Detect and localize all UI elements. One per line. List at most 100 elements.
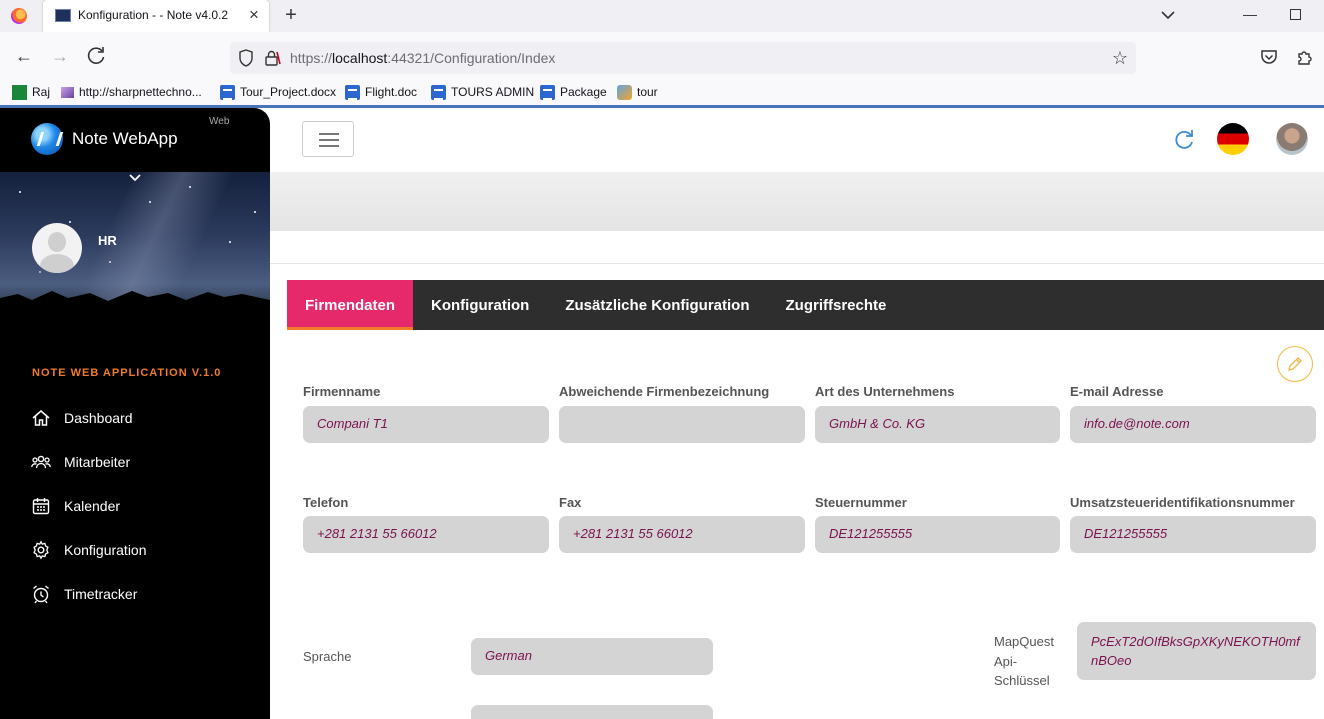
users-icon <box>31 455 51 469</box>
sidebar-item-mitarbeiter[interactable]: Mitarbeiter <box>0 440 270 484</box>
url-text[interactable]: https://localhost:44321/Configuration/In… <box>290 50 555 66</box>
tracking-shield-icon[interactable] <box>238 49 254 67</box>
bookmark-label: Package <box>560 85 607 99</box>
document-icon <box>220 84 235 100</box>
reload-icon[interactable] <box>82 42 110 70</box>
mountain-silhouette <box>0 291 270 312</box>
site-favicon-icon <box>61 86 74 98</box>
bookmark-star-icon[interactable]: ☆ <box>1110 48 1130 68</box>
document-icon <box>431 84 446 100</box>
browser-tab-active[interactable]: Konfiguration - - Note v4.0.2 × <box>43 0 269 32</box>
sidebar-item-konfiguration[interactable]: Konfiguration <box>0 528 270 572</box>
refresh-icon[interactable] <box>1170 125 1198 153</box>
bookmark-item[interactable]: Raj <box>12 83 50 101</box>
avatar[interactable] <box>32 223 82 273</box>
brand-name: Note WebApp <box>72 129 178 148</box>
sidebar-item-label: Mitarbeiter <box>64 454 131 470</box>
tab-title: Konfiguration - - Note v4.0.2 <box>78 8 229 22</box>
back-arrow-icon[interactable]: ← <box>10 42 38 70</box>
steuernummer-field[interactable]: DE121255555 <box>815 516 1060 553</box>
new-tab-icon[interactable]: + <box>280 4 302 26</box>
sidebar-item-dashboard[interactable]: Dashboard <box>0 396 270 440</box>
telefon-field[interactable]: +281 2131 55 66012 <box>303 516 549 553</box>
tab-zugriffsrechte[interactable]: Zugriffsrechte <box>768 280 905 330</box>
sidebar-item-label: Timetracker <box>64 586 138 602</box>
close-tab-icon[interactable]: × <box>244 5 264 25</box>
url-path: :44321/Configuration/Index <box>387 50 556 66</box>
sidebar-item-kalender[interactable]: Kalender <box>0 484 270 528</box>
chevron-down-icon[interactable] <box>126 172 144 184</box>
art-des-unternehmens-field[interactable]: GmbH & Co. KG <box>815 406 1060 443</box>
label-mapquest-api-key: MapQuest Api-Schlüssel <box>994 634 1054 688</box>
forward-arrow-icon[interactable]: → <box>46 42 74 70</box>
app-logo-icon <box>31 123 63 155</box>
menu-toggle-button[interactable] <box>302 121 354 157</box>
brand-badge: Web <box>209 116 230 127</box>
bookmark-label: TOURS ADMIN <box>451 85 535 99</box>
profile-panel: HR <box>0 172 270 312</box>
tab-firmendaten[interactable]: Firmendaten <box>287 280 414 330</box>
fax-field[interactable]: +281 2131 55 66012 <box>559 516 805 553</box>
address-bar[interactable]: https://localhost:44321/Configuration/In… <box>230 42 1136 74</box>
mapquest-api-key-field[interactable]: PcExT2dOIfBksGpXKyNEKOTH0mfnBOeo <box>1077 622 1316 680</box>
label-abweichende-firmenbezeichnung: Abweichende Firmenbezeichnung <box>559 384 770 399</box>
sidebar-section-title: NOTE WEB APPLICATION V.1.0 <box>32 367 222 379</box>
url-host: localhost <box>332 50 388 66</box>
label-umsatzsteueridentifikationsnummer: Umsatzsteueridentifikationsnummer <box>1070 495 1295 510</box>
sidebar-item-timetracker[interactable]: Timetracker <box>0 572 270 616</box>
abweichende-firmenbezeichnung-field[interactable] <box>559 406 805 443</box>
bookmark-item[interactable]: Flight.doc <box>345 83 417 101</box>
firmenname-field[interactable]: Compani T1 <box>303 406 549 443</box>
tab-konfiguration[interactable]: Konfiguration <box>413 280 547 330</box>
hamburger-line <box>319 139 339 141</box>
german-flag-icon[interactable] <box>1217 123 1249 155</box>
sidebar-menu: Dashboard Mitarbeiter Kalender Konfigura… <box>0 396 270 616</box>
url-scheme: https:// <box>290 50 333 66</box>
spreadsheet-icon <box>12 84 27 100</box>
next-row-field[interactable] <box>471 705 713 719</box>
hamburger-line <box>319 133 339 135</box>
bookmark-item[interactable]: Package <box>540 83 607 101</box>
label-sprache: Sprache <box>303 649 352 664</box>
tab-favicon-icon <box>55 9 71 22</box>
label-email-adresse: E-mail Adresse <box>1070 384 1164 399</box>
config-tabs: Firmendaten Konfiguration Zusätzliche Ko… <box>287 280 1324 330</box>
edit-button[interactable] <box>1277 346 1313 382</box>
browser-nav-bar: ← → https://localhost:44321/Configuratio… <box>0 32 1324 80</box>
bookmark-label: Flight.doc <box>365 85 418 99</box>
bookmark-label: tour <box>637 85 658 99</box>
home-icon <box>32 410 50 426</box>
window-restore-icon[interactable] <box>1290 9 1301 20</box>
window-minimize-icon[interactable]: — <box>1243 6 1257 22</box>
label-telefon: Telefon <box>303 495 349 510</box>
pocket-icon[interactable] <box>1260 49 1278 65</box>
firefox-icon[interactable] <box>11 8 27 24</box>
label-steuernummer: Steuernummer <box>815 495 907 510</box>
label-fax: Fax <box>559 495 582 510</box>
bookmark-item[interactable]: TOURS ADMIN <box>431 83 534 101</box>
email-field[interactable]: info.de@note.com <box>1070 406 1316 443</box>
bookmark-label: Raj <box>32 85 51 99</box>
tab-zusaetzliche-konfiguration[interactable]: Zusätzliche Konfiguration <box>547 280 767 330</box>
alarm-clock-icon <box>33 585 49 604</box>
profile-name: HR <box>98 233 117 248</box>
bookmark-label: Tour_Project.docx <box>240 85 337 99</box>
user-avatar[interactable] <box>1276 123 1308 155</box>
list-tabs-chevron-icon[interactable] <box>1158 5 1178 25</box>
umsatzsteueridentifikationsnummer-field[interactable]: DE121255555 <box>1070 516 1316 553</box>
sidebar-item-label: Kalender <box>64 498 121 514</box>
bookmark-label: http://sharpnettechno... <box>79 85 202 99</box>
sprache-select[interactable]: German <box>471 638 713 675</box>
bookmark-item[interactable]: tour <box>617 83 658 101</box>
bookmark-item[interactable]: http://sharpnettechno... <box>61 83 202 101</box>
lock-icon[interactable] <box>263 49 281 67</box>
brand[interactable]: Note WebApp Web <box>0 108 270 172</box>
gear-icon <box>33 540 49 560</box>
top-header <box>270 108 1324 172</box>
content-divider <box>270 263 1324 264</box>
bookmark-item[interactable]: Tour_Project.docx <box>220 83 336 101</box>
tour-favicon-icon <box>617 84 632 100</box>
calendar-icon <box>32 498 50 515</box>
bookmarks-bar: Raj http://sharpnettechno... Tour_Projec… <box>0 80 1324 105</box>
extensions-puzzle-icon[interactable] <box>1296 48 1314 66</box>
